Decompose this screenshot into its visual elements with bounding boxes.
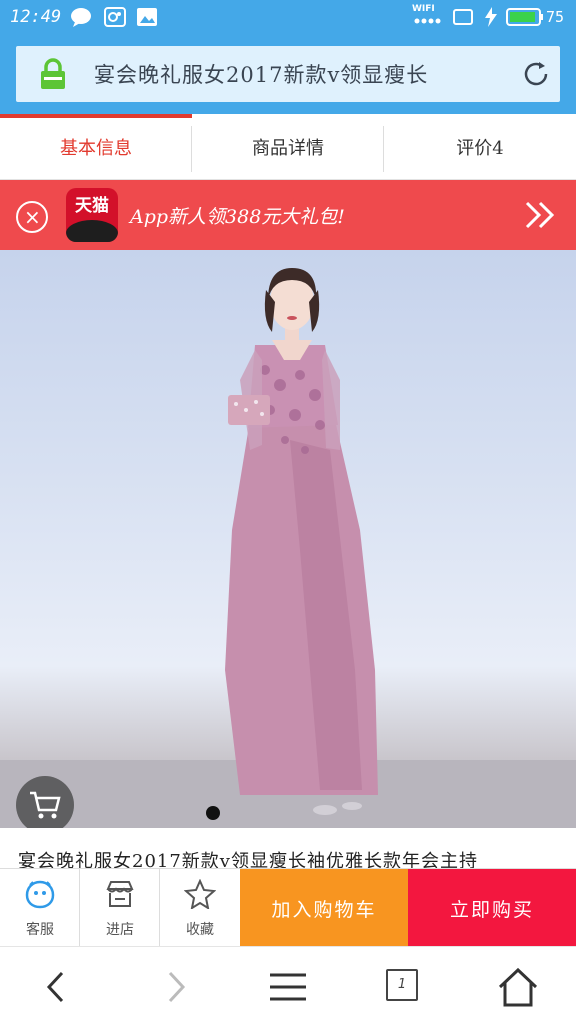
tab-basic-info[interactable]: 基本信息: [0, 114, 192, 180]
store-icon: [106, 881, 134, 907]
customer-service-button[interactable]: 客服: [0, 869, 80, 947]
add-to-cart-button[interactable]: 加入购物车: [240, 869, 408, 947]
status-bar: 12:49 WIFI 75: [0, 0, 576, 36]
enter-store-label: 进店: [106, 922, 134, 938]
customer-service-label: 客服: [26, 922, 54, 938]
carousel-dot-active: [206, 806, 220, 820]
home-icon[interactable]: [496, 965, 540, 1009]
product-image[interactable]: [0, 250, 576, 828]
battery-percent: 75: [546, 8, 565, 26]
tmall-cat-icon: [66, 220, 118, 242]
tmall-logo-text: 天猫: [75, 196, 109, 216]
carousel-dot: [246, 806, 260, 820]
status-time: 12:49: [10, 7, 62, 27]
battery-icon: [506, 8, 543, 26]
star-icon: [184, 879, 216, 909]
favorite-button[interactable]: 收藏: [160, 869, 240, 947]
app-notification-icon: [104, 7, 126, 27]
menu-icon[interactable]: [266, 965, 310, 1009]
chat-notification-icon: [71, 8, 91, 27]
double-chevron-right-icon[interactable]: [524, 200, 558, 230]
promo-text: App新人领388元大礼包!: [130, 206, 345, 228]
close-icon: ×: [24, 205, 41, 229]
url-title: 宴会晚礼服女2017新款v领显瘦长: [94, 63, 429, 87]
detail-tabs: 基本信息 商品详情 评价4: [0, 114, 576, 180]
url-bar[interactable]: 宴会晚礼服女2017新款v领显瘦长: [16, 46, 560, 102]
charging-icon: [485, 7, 497, 27]
image-notification-icon: [137, 8, 157, 26]
shopping-cart-icon: [30, 791, 61, 819]
browser-nav-bar: 1: [0, 946, 576, 1024]
refresh-icon[interactable]: [520, 58, 552, 90]
secure-lock-icon: [41, 58, 65, 89]
tab-reviews[interactable]: 评价4: [384, 114, 576, 180]
forward-icon[interactable]: [152, 965, 196, 1009]
action-bar: 客服 进店 收藏 加入购物车 立即购买: [0, 868, 576, 947]
buy-now-button[interactable]: 立即购买: [408, 869, 576, 947]
service-face-icon: [25, 880, 55, 909]
tmall-logo: 天猫: [66, 188, 118, 242]
browser-header: 宴会晚礼服女2017新款v领显瘦长: [0, 36, 576, 114]
floating-cart-button[interactable]: [16, 776, 74, 828]
tab-count-button[interactable]: 1: [386, 969, 418, 1001]
tab-product-details[interactable]: 商品详情: [192, 114, 384, 180]
favorite-label: 收藏: [186, 922, 214, 938]
dress-model-illustration: [0, 268, 576, 828]
enter-store-button[interactable]: 进店: [80, 869, 160, 947]
back-icon[interactable]: [36, 965, 80, 1009]
wifi-label: WIFI: [412, 4, 435, 14]
promo-close-button[interactable]: ×: [16, 201, 48, 233]
promo-banner[interactable]: × 天猫 App新人领388元大礼包!: [0, 180, 576, 250]
wifi-icon: [414, 18, 441, 24]
screen-rotation-icon: [453, 9, 473, 25]
